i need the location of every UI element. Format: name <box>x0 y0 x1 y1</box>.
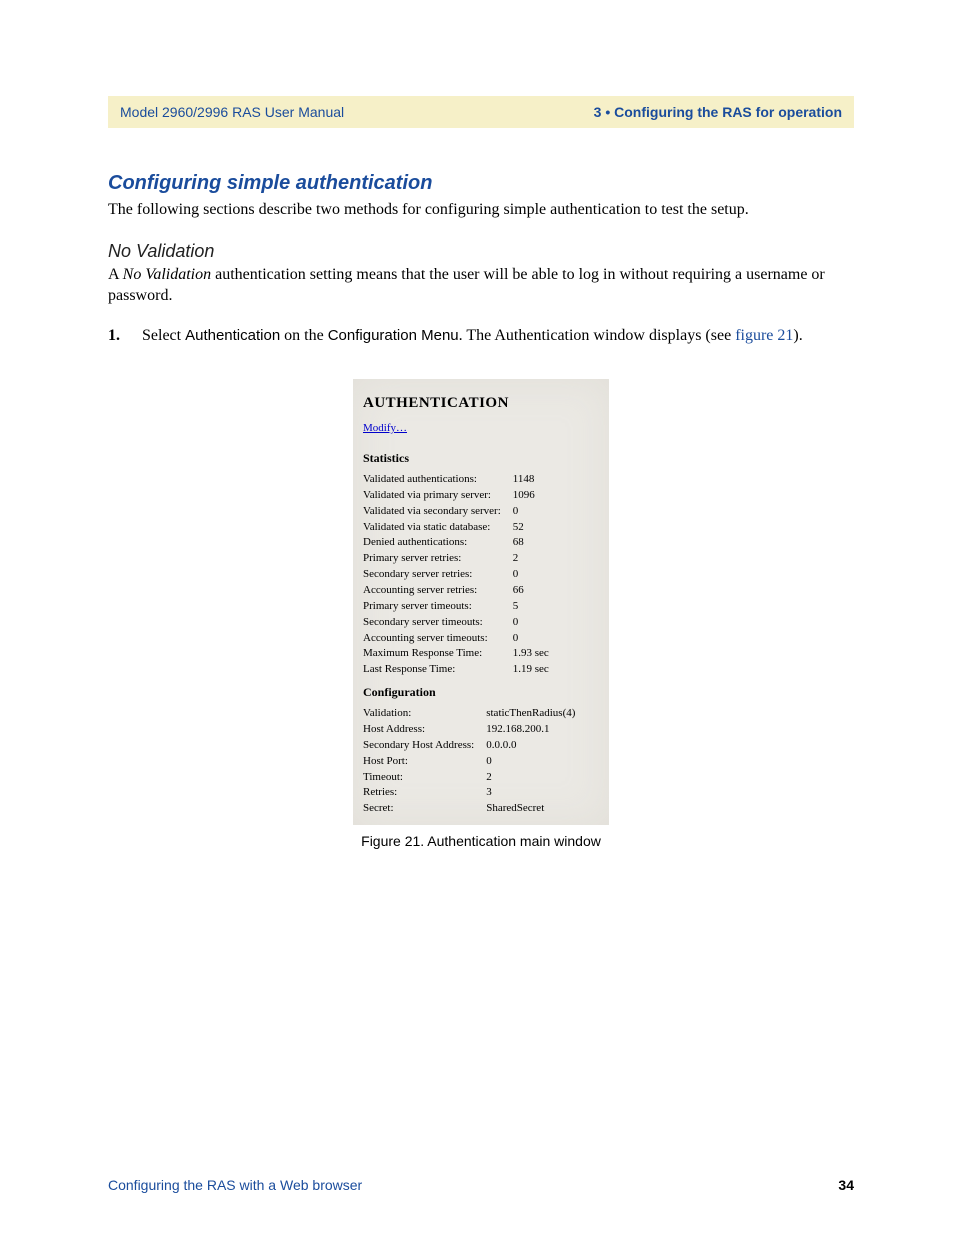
table-row: Accounting server retries:66 <box>363 583 555 599</box>
config-label: Host Address: <box>363 722 480 738</box>
table-row: Secondary server retries:0 <box>363 567 555 583</box>
stat-label: Validated via secondary server: <box>363 504 507 520</box>
table-row: Validation:staticThenRadius(4) <box>363 706 581 722</box>
table-row: Denied authentications:68 <box>363 535 555 551</box>
no-validation-paragraph: A No Validation authentication setting m… <box>108 264 854 307</box>
step-text: Select Authentication on the Configurati… <box>142 327 803 345</box>
section-title: Configuring simple authentication <box>108 172 854 195</box>
config-value: 2 <box>480 770 581 786</box>
page-number: 34 <box>838 1177 854 1193</box>
config-value: 3 <box>480 785 581 801</box>
config-label: Host Port: <box>363 754 480 770</box>
config-label: Secret: <box>363 801 480 817</box>
stat-value: 0 <box>507 631 555 647</box>
text: on the <box>280 327 328 344</box>
stat-value: 1.93 sec <box>507 646 555 662</box>
table-row: Timeout:2 <box>363 770 581 786</box>
text: Select <box>142 327 185 344</box>
stat-label: Validated via primary server: <box>363 488 507 504</box>
table-row: Retries:3 <box>363 785 581 801</box>
step-1: 1. Select Authentication on the Configur… <box>108 327 854 345</box>
config-value: 192.168.200.1 <box>480 722 581 738</box>
config-label: Validation: <box>363 706 480 722</box>
stat-value: 5 <box>507 599 555 615</box>
stat-label: Secondary server timeouts: <box>363 615 507 631</box>
config-label: Timeout: <box>363 770 480 786</box>
stat-value: 1.19 sec <box>507 662 555 678</box>
stat-label: Denied authentications: <box>363 535 507 551</box>
footer-section-title: Configuring the RAS with a Web browser <box>108 1177 362 1193</box>
ui-term-configuration-menu: Configuration Menu <box>328 327 459 344</box>
stat-label: Accounting server timeouts: <box>363 631 507 647</box>
stat-value: 1096 <box>507 488 555 504</box>
page: Model 2960/2996 RAS User Manual 3 • Conf… <box>0 0 954 1235</box>
stat-value: 52 <box>507 520 555 536</box>
table-row: Secondary Host Address:0.0.0.0 <box>363 738 581 754</box>
table-row: Maximum Response Time:1.93 sec <box>363 646 555 662</box>
figure-21: AUTHENTICATION Modify… Statistics Valida… <box>108 379 854 849</box>
ui-term-authentication: Authentication <box>185 327 280 344</box>
table-row: Validated via static database:52 <box>363 520 555 536</box>
table-row: Last Response Time:1.19 sec <box>363 662 555 678</box>
stat-label: Last Response Time: <box>363 662 507 678</box>
stat-value: 0 <box>507 504 555 520</box>
stat-value: 1148 <box>507 472 555 488</box>
config-label: Retries: <box>363 785 480 801</box>
stat-label: Secondary server retries: <box>363 567 507 583</box>
header-right: 3 • Configuring the RAS for operation <box>594 104 842 120</box>
page-footer: Configuring the RAS with a Web browser 3… <box>108 1177 854 1193</box>
stat-label: Primary server timeouts: <box>363 599 507 615</box>
stat-value: 2 <box>507 551 555 567</box>
stat-label: Primary server retries: <box>363 551 507 567</box>
stat-value: 66 <box>507 583 555 599</box>
table-row: Host Address:192.168.200.1 <box>363 722 581 738</box>
config-value: 0 <box>480 754 581 770</box>
config-label: Secondary Host Address: <box>363 738 480 754</box>
table-row: Validated via secondary server:0 <box>363 504 555 520</box>
text: ). <box>793 327 802 344</box>
step-number: 1. <box>108 327 142 345</box>
table-row: Validated authentications:1148 <box>363 472 555 488</box>
text: A <box>108 266 123 283</box>
table-row: Primary server retries:2 <box>363 551 555 567</box>
config-heading: Configuration <box>363 684 599 700</box>
text: . The Authentication window displays (se… <box>459 327 736 344</box>
figure-caption: Figure 21. Authentication main window <box>108 833 854 849</box>
authentication-window-screenshot: AUTHENTICATION Modify… Statistics Valida… <box>353 379 609 825</box>
stat-label: Validated authentications: <box>363 472 507 488</box>
header-left: Model 2960/2996 RAS User Manual <box>120 104 344 120</box>
stat-value: 0 <box>507 615 555 631</box>
table-row: Primary server timeouts:5 <box>363 599 555 615</box>
table-row: Validated via primary server:1096 <box>363 488 555 504</box>
config-value: SharedSecret <box>480 801 581 817</box>
subsection-heading: No Validation <box>108 241 854 262</box>
page-header: Model 2960/2996 RAS User Manual 3 • Conf… <box>108 96 854 128</box>
text: authentication setting means that the us… <box>108 266 825 305</box>
stat-value: 0 <box>507 567 555 583</box>
table-row: Secret:SharedSecret <box>363 801 581 817</box>
figure-crossref[interactable]: figure 21 <box>735 327 793 344</box>
stats-table: Validated authentications:1148 Validated… <box>363 472 555 678</box>
modify-link[interactable]: Modify… <box>363 421 407 436</box>
fig-title: AUTHENTICATION <box>363 393 599 413</box>
stat-label: Accounting server retries: <box>363 583 507 599</box>
config-value: staticThenRadius(4) <box>480 706 581 722</box>
config-table: Validation:staticThenRadius(4) Host Addr… <box>363 706 581 817</box>
stat-value: 68 <box>507 535 555 551</box>
stats-heading: Statistics <box>363 450 599 466</box>
section-intro: The following sections describe two meth… <box>108 199 854 221</box>
term-no-validation: No Validation <box>123 266 211 283</box>
table-row: Accounting server timeouts:0 <box>363 631 555 647</box>
table-row: Secondary server timeouts:0 <box>363 615 555 631</box>
stat-label: Maximum Response Time: <box>363 646 507 662</box>
table-row: Host Port:0 <box>363 754 581 770</box>
stat-label: Validated via static database: <box>363 520 507 536</box>
config-value: 0.0.0.0 <box>480 738 581 754</box>
